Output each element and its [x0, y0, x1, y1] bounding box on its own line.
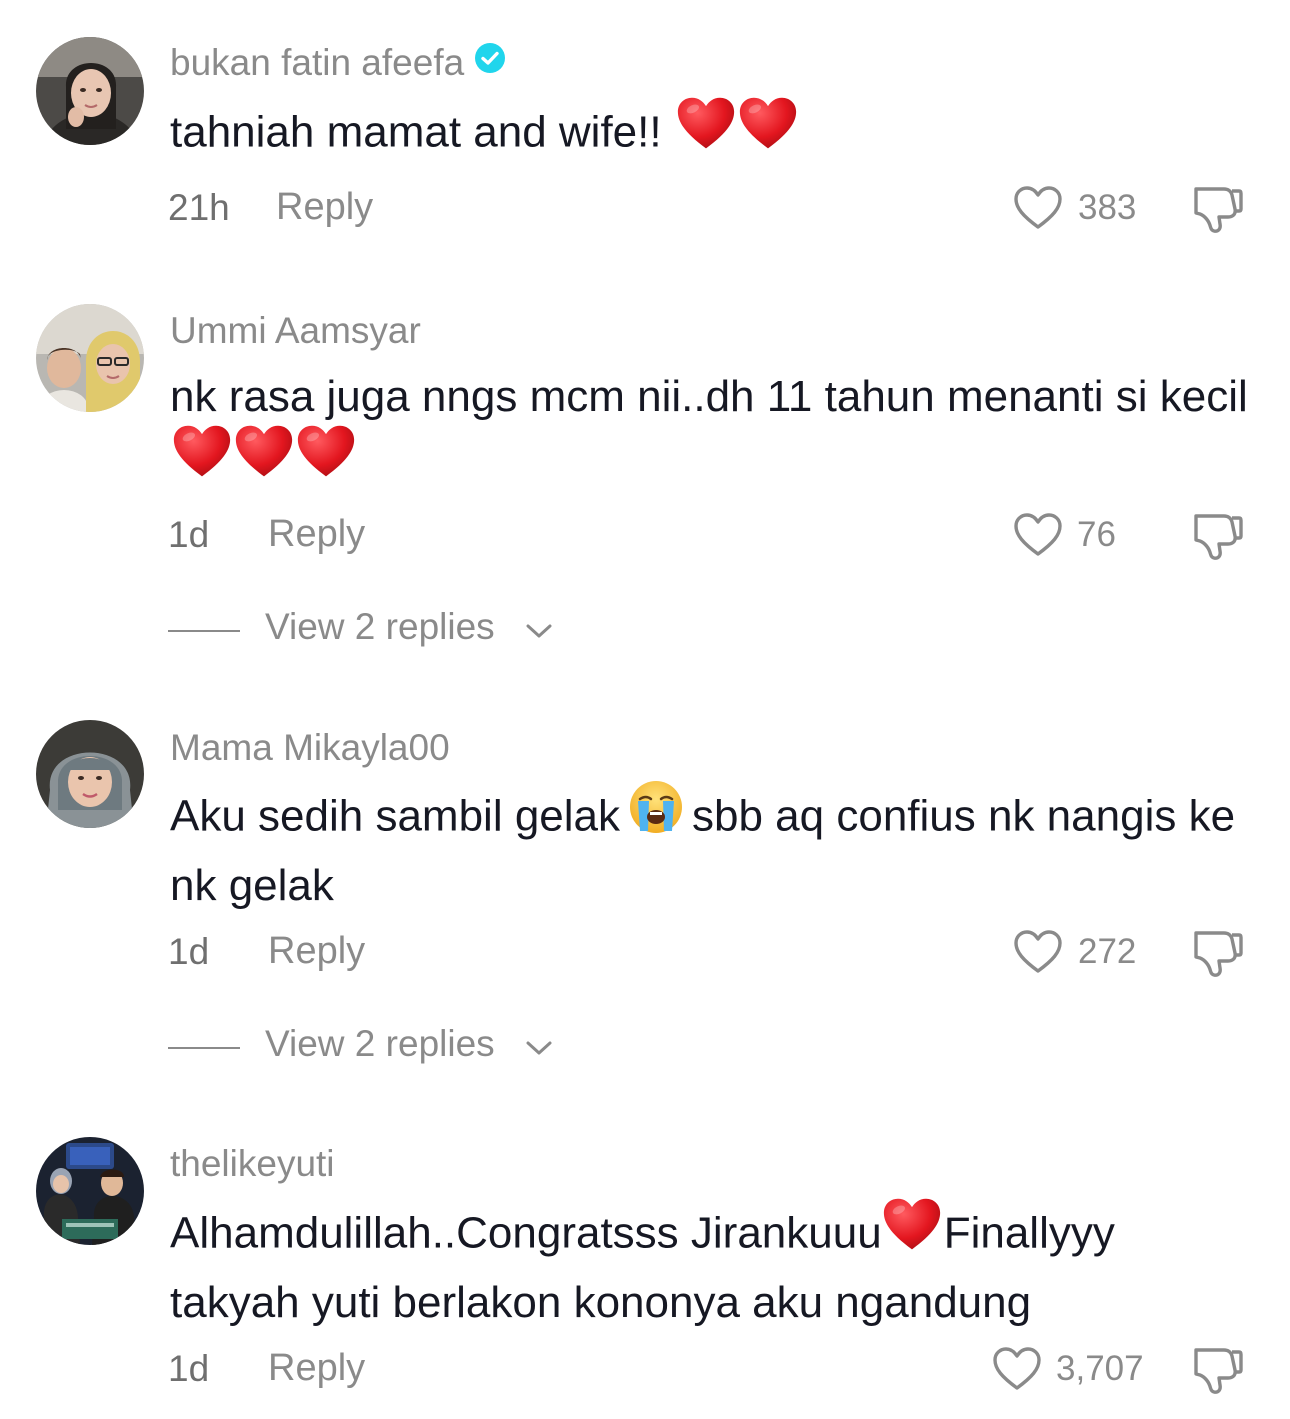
comment-time: 1d: [168, 514, 210, 555]
red-heart-emoji-icon: [234, 423, 294, 495]
red-heart-emoji-icon: [882, 1196, 942, 1268]
reply-button[interactable]: Reply: [268, 930, 365, 973]
username[interactable]: bukan fatin afeefa: [170, 42, 506, 86]
dislike-icon[interactable]: [1190, 927, 1244, 977]
avatar-photo-icon: [36, 720, 144, 828]
comment-body: tahniah mamat and wife!!: [170, 107, 662, 157]
reply-button[interactable]: Reply: [276, 186, 373, 229]
username[interactable]: Mama Mikayla00: [170, 727, 450, 769]
like-count: 383: [1078, 188, 1137, 227]
reply-button[interactable]: Reply: [268, 513, 365, 556]
red-heart-emoji-icon: [676, 95, 736, 167]
avatar-photo-icon: [36, 304, 144, 412]
avatar[interactable]: [36, 37, 144, 145]
like-heart-icon[interactable]: [1013, 512, 1063, 558]
view-replies-label[interactable]: View 2 replies: [265, 1023, 495, 1065]
comment-body: Aku sedih sambil gelak: [170, 791, 621, 841]
view-replies-button[interactable]: View 2 replies: [168, 606, 668, 656]
loudly-crying-face-emoji-icon: [628, 779, 684, 851]
comment-body: nk rasa juga nngs mcm nii..dh 11 tahun m…: [170, 372, 1248, 421]
avatar-photo-icon: [36, 37, 144, 145]
divider: [168, 1047, 240, 1049]
comment-text: Aku sedih sambil gelak sbb aq confius nk…: [170, 781, 1250, 916]
comment-body: Alhamdulillah..Congratsss Jirankuuu: [170, 1208, 882, 1258]
username[interactable]: thelikeyuti: [170, 1143, 335, 1185]
red-heart-emoji-icon: [172, 423, 232, 495]
username-label[interactable]: bukan fatin afeefa: [170, 42, 464, 83]
comment-time: 1d: [168, 931, 210, 972]
dislike-icon[interactable]: [1190, 510, 1244, 560]
like-count: 76: [1077, 515, 1116, 554]
like-heart-icon[interactable]: [1013, 929, 1063, 975]
dislike-icon[interactable]: [1190, 183, 1244, 233]
dislike-icon[interactable]: [1190, 1344, 1244, 1394]
like-heart-icon[interactable]: [992, 1346, 1042, 1392]
reply-button[interactable]: Reply: [268, 1347, 365, 1390]
like-count: 272: [1078, 932, 1137, 971]
like-heart-icon[interactable]: [1013, 185, 1063, 231]
avatar[interactable]: [36, 1137, 144, 1245]
view-replies-button[interactable]: View 2 replies: [168, 1023, 668, 1073]
red-heart-emoji-icon: [296, 423, 356, 495]
comment-text: nk rasa juga nngs mcm nii..dh 11 tahun m…: [170, 366, 1250, 499]
username[interactable]: Ummi Aamsyar: [170, 310, 421, 352]
chevron-down-icon: [526, 624, 552, 638]
comment-time: 21h: [168, 187, 230, 228]
avatar-photo-icon: [36, 1137, 144, 1245]
divider: [168, 630, 240, 632]
avatar[interactable]: [36, 720, 144, 828]
red-heart-emoji-icon: [738, 95, 798, 167]
chevron-down-icon: [526, 1041, 552, 1055]
verified-badge-icon: [474, 41, 506, 83]
view-replies-label[interactable]: View 2 replies: [265, 606, 495, 648]
like-count: 3,707: [1056, 1349, 1144, 1388]
avatar[interactable]: [36, 304, 144, 412]
comment-text: tahniah mamat and wife!!: [170, 99, 1250, 171]
comment-text: Alhamdulillah..Congratsss Jirankuuu Final…: [170, 1200, 1250, 1333]
comment-time: 1d: [168, 1348, 210, 1389]
